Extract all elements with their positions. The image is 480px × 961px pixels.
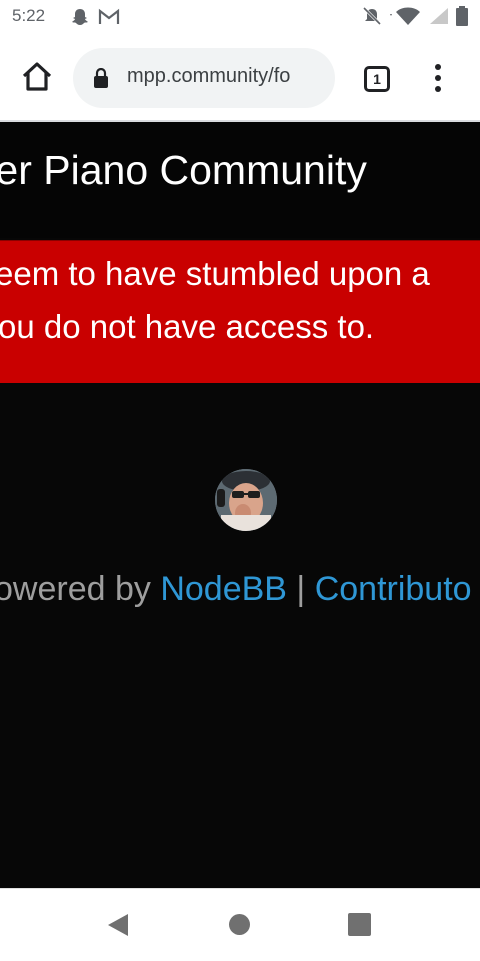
address-bar[interactable]: mpp.community/fo — [73, 48, 335, 108]
home-circle-icon[interactable] — [229, 914, 250, 935]
battery-icon — [456, 6, 468, 26]
url-text: mpp.community/fo — [127, 65, 291, 87]
status-left-icons — [70, 7, 120, 27]
error-alert: eem to have stumbled upon a ou do not ha… — [0, 240, 480, 383]
status-bar: 5:22 — [0, 0, 480, 36]
web-page: layer Piano Community eem to have stumbl… — [0, 122, 480, 888]
tab-switcher-button[interactable]: 1 — [364, 66, 390, 92]
recents-icon[interactable] — [348, 913, 371, 936]
snapchat-icon — [72, 9, 88, 25]
alert-text-line-1: eem to have stumbled upon a — [0, 255, 430, 292]
lock-icon — [94, 68, 108, 88]
site-title[interactable]: layer Piano Community — [0, 147, 367, 194]
footer: owered by NodeBB | Contributo — [0, 570, 472, 609]
wifi-icon — [390, 7, 420, 25]
home-icon[interactable] — [20, 60, 54, 94]
avatar-image — [215, 469, 277, 531]
signal-icon — [430, 8, 448, 24]
status-time: 5:22 — [12, 6, 46, 25]
notifications-off-icon — [362, 6, 382, 26]
footer-powered-text: owered by — [0, 570, 161, 608]
nodebb-link[interactable]: NodeBB — [160, 570, 287, 608]
back-icon[interactable] — [106, 913, 130, 937]
status-right-icons — [362, 6, 468, 26]
avatar[interactable] — [215, 469, 277, 531]
contributors-link[interactable]: Contributo — [315, 570, 472, 608]
site-header: layer Piano Community — [0, 122, 480, 238]
browser-toolbar: mpp.community/fo 1 — [0, 36, 480, 122]
alert-text-line-2: ou do not have access to. — [0, 308, 375, 345]
more-vert-icon[interactable] — [428, 64, 448, 94]
gmail-icon — [98, 8, 120, 24]
footer-separator: | — [286, 570, 315, 608]
system-nav-bar — [0, 888, 480, 961]
